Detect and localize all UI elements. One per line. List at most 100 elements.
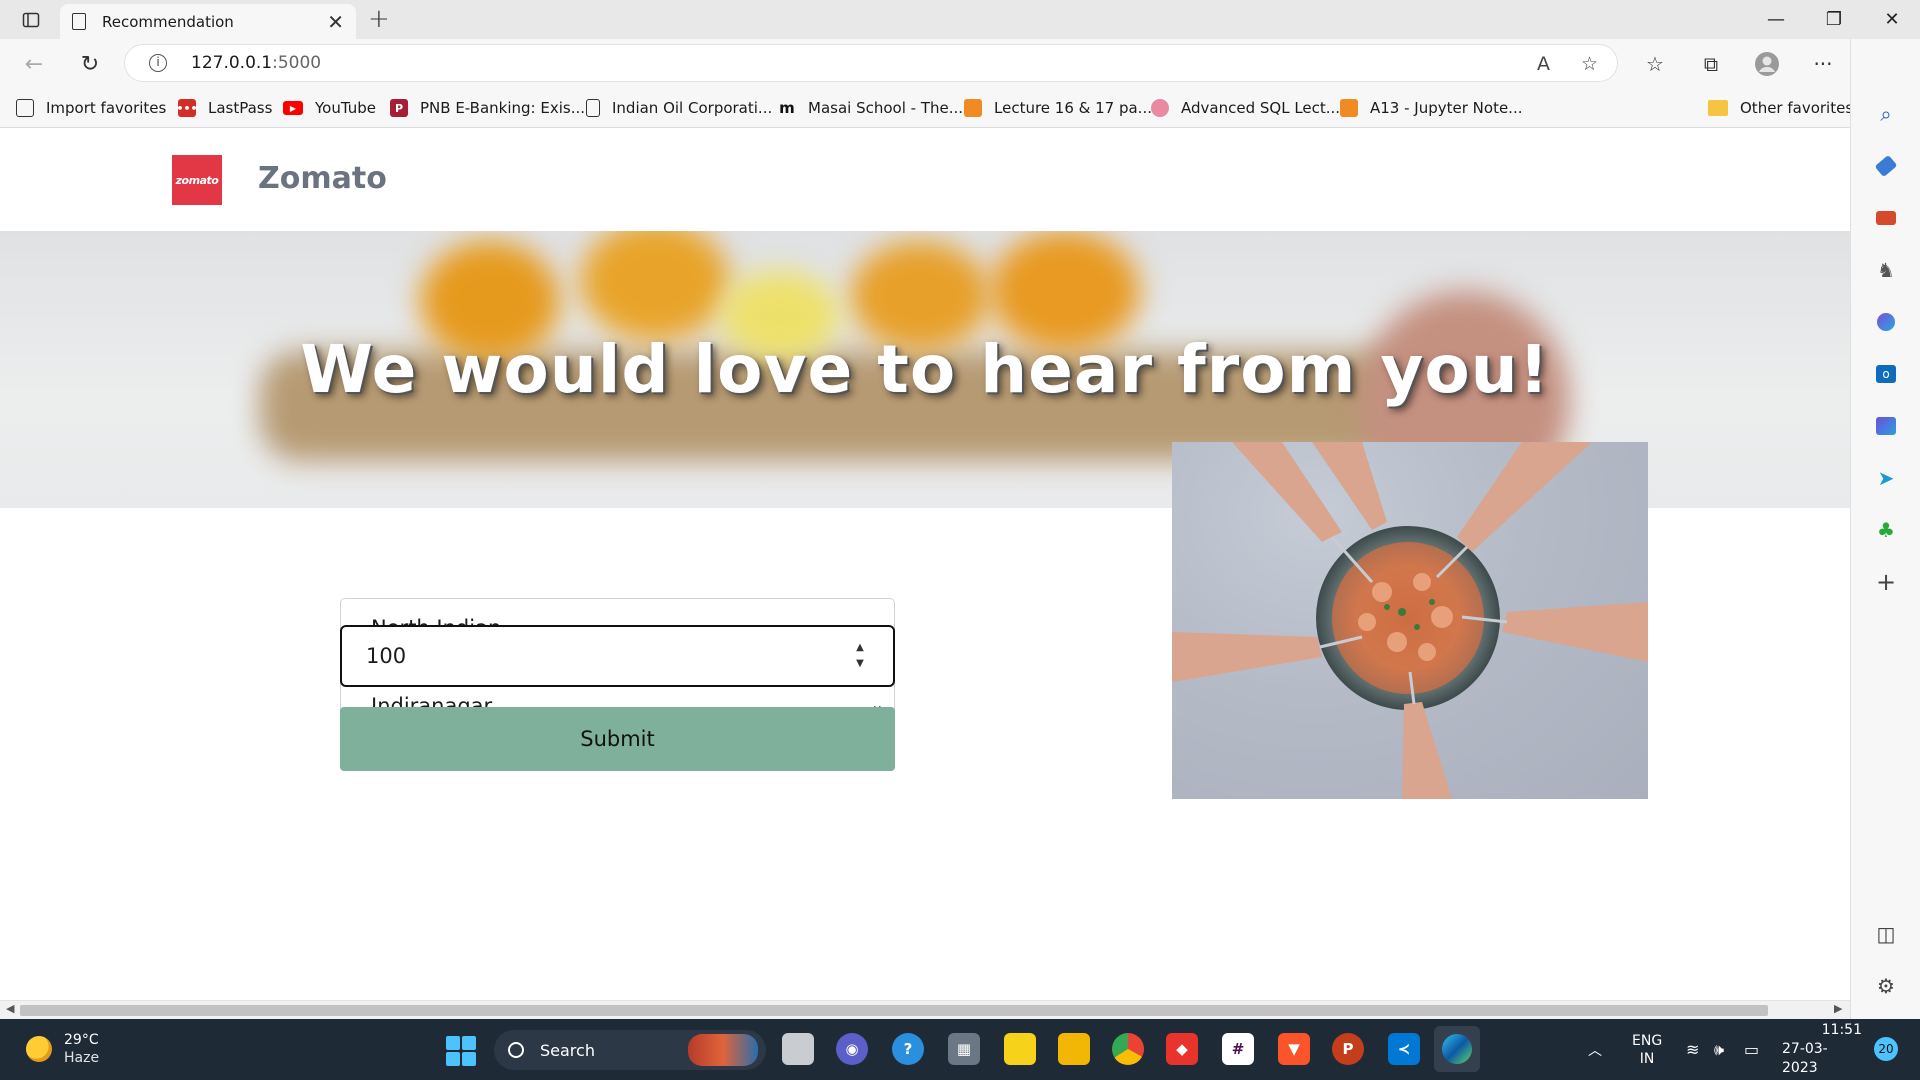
brand-name: Zomato xyxy=(258,161,387,196)
search-icon[interactable]: ⌕ xyxy=(1869,97,1903,131)
page-icon xyxy=(586,99,600,117)
profile-avatar[interactable] xyxy=(1750,48,1784,80)
games-icon[interactable]: ♞ xyxy=(1869,253,1903,287)
outlook-icon[interactable]: o xyxy=(1869,357,1903,391)
favorite-youtube[interactable]: ▶ YouTube xyxy=(283,89,376,127)
add-favorite-icon[interactable]: ☆ xyxy=(1581,53,1598,75)
browser-tab[interactable]: Recommendation ✕ xyxy=(60,4,356,39)
food-plate-illustration xyxy=(1172,442,1648,799)
favorites-icon[interactable]: ☆ xyxy=(1638,48,1672,80)
close-window-button[interactable]: ✕ xyxy=(1864,0,1920,39)
favorite-masai[interactable]: m Masai School - The... xyxy=(778,89,963,127)
tab-actions-icon[interactable] xyxy=(14,6,48,34)
notification-badge[interactable]: 20 xyxy=(1874,1037,1898,1061)
masai-icon: m xyxy=(779,99,795,117)
brain-icon xyxy=(1151,99,1169,117)
task-view-icon[interactable] xyxy=(782,1033,814,1065)
calculator-icon[interactable]: ▦ xyxy=(948,1033,980,1065)
vscode-icon[interactable]: ≺ xyxy=(1388,1033,1420,1065)
other-favorites[interactable]: Other favorites xyxy=(1708,89,1853,127)
url-text: 127.0.0.1:5000 xyxy=(191,53,322,73)
chrome-icon[interactable] xyxy=(1112,1033,1144,1065)
lastpass-icon: ••• xyxy=(176,99,198,117)
designer-icon[interactable] xyxy=(1869,409,1903,443)
refresh-button[interactable]: ↻ xyxy=(72,47,108,81)
send-icon[interactable]: ➤ xyxy=(1869,461,1903,495)
restore-button[interactable]: ❐ xyxy=(1806,0,1862,39)
file-explorer-icon[interactable] xyxy=(1058,1033,1090,1065)
favorite-lastpass[interactable]: ••• LastPass xyxy=(176,89,273,127)
favorite-pnb[interactable]: P PNB E-Banking: Exis... xyxy=(390,89,585,127)
horizontal-scrollbar[interactable]: ◀ ▶ xyxy=(0,1000,1850,1019)
show-hidden-icons[interactable]: ︿ xyxy=(1588,1019,1602,1080)
favorite-label: YouTube xyxy=(315,99,376,117)
edge-taskbar-icon[interactable] xyxy=(1434,1026,1480,1072)
favorite-label: Other favorites xyxy=(1740,99,1854,117)
minimize-button[interactable]: — xyxy=(1748,0,1804,39)
settings-more-icon[interactable]: ··· xyxy=(1806,48,1840,80)
brave-icon[interactable]: ▼ xyxy=(1278,1033,1310,1065)
help-icon[interactable]: ? xyxy=(892,1033,924,1065)
hide-sidebar-icon[interactable]: ◫ xyxy=(1869,917,1903,951)
taskbar-search[interactable]: Search xyxy=(494,1030,766,1070)
favorite-indian-oil[interactable]: Indian Oil Corporati... xyxy=(586,89,772,127)
clock-date: 27-03-2023 xyxy=(1782,1041,1828,1076)
tools-icon[interactable] xyxy=(1869,201,1903,235)
powerpoint-icon[interactable]: P xyxy=(1332,1033,1364,1065)
favorite-import[interactable]: Import favorites xyxy=(16,89,166,127)
close-tab-icon[interactable]: ✕ xyxy=(327,10,344,34)
back-button[interactable]: ← xyxy=(16,47,52,81)
edge-sidebar: ⌕ ♞ o ➤ ♣ + ◫ ⚙ xyxy=(1850,39,1920,1019)
favorite-label: Lecture 16 & 17 pa... xyxy=(994,99,1152,117)
hero-orange-shape xyxy=(580,231,730,341)
add-sidebar-app-icon[interactable]: + xyxy=(1869,565,1903,599)
favorite-label: Advanced SQL Lect... xyxy=(1181,99,1341,117)
address-bar[interactable]: i 127.0.0.1:5000 A ☆ xyxy=(124,44,1618,82)
favorite-label: LastPass xyxy=(208,99,273,117)
shopping-tag-icon[interactable] xyxy=(1869,149,1903,183)
number-spinner[interactable]: ▲ ▼ xyxy=(853,642,867,670)
tree-icon[interactable]: ♣ xyxy=(1869,513,1903,547)
sticky-notes-icon[interactable] xyxy=(1004,1033,1036,1065)
amount-value: 100 xyxy=(366,644,407,668)
scroll-right-icon[interactable]: ▶ xyxy=(1834,1002,1842,1015)
notebook-icon xyxy=(1340,99,1358,117)
region-code: IN xyxy=(1639,1050,1655,1067)
favorite-label: Masai School - The... xyxy=(808,99,964,117)
search-icon xyxy=(508,1042,524,1058)
microsoft-365-icon[interactable] xyxy=(1869,305,1903,339)
start-button[interactable] xyxy=(446,1036,476,1066)
volume-icon[interactable]: 🕪 xyxy=(1714,1019,1724,1080)
browser-titlebar: Recommendation ✕ + — ❐ ✕ xyxy=(0,0,1920,39)
favorite-advanced-sql[interactable]: Advanced SQL Lect... xyxy=(1151,89,1340,127)
favorite-label: Indian Oil Corporati... xyxy=(612,99,773,117)
spin-up-icon[interactable]: ▲ xyxy=(856,642,864,654)
scrollbar-thumb[interactable] xyxy=(20,1005,1768,1016)
battery-icon[interactable]: ▭ xyxy=(1744,1019,1759,1080)
teams-chat-icon[interactable]: ◉ xyxy=(836,1033,868,1065)
temperature: 29°C xyxy=(64,1032,99,1048)
submit-button[interactable]: Submit xyxy=(340,707,895,771)
weather-widget[interactable]: 29°C Haze xyxy=(26,1031,99,1067)
favorite-label: PNB E-Banking: Exis... xyxy=(420,99,586,117)
folder-icon xyxy=(1708,100,1728,116)
read-aloud-icon[interactable]: A xyxy=(1537,53,1550,75)
spin-down-icon[interactable]: ▼ xyxy=(856,658,864,670)
anydesk-icon[interactable]: ◆ xyxy=(1166,1033,1198,1065)
address-row: ← ↻ i 127.0.0.1:5000 A ☆ xyxy=(0,39,1920,89)
weather-condition: Haze xyxy=(64,1050,100,1066)
favorite-lecture[interactable]: Lecture 16 & 17 pa... xyxy=(964,89,1152,127)
wifi-icon[interactable]: ≋ xyxy=(1686,1019,1699,1080)
slack-icon[interactable]: # xyxy=(1222,1033,1254,1065)
sidebar-settings-icon[interactable]: ⚙ xyxy=(1869,969,1903,1003)
new-tab-button[interactable]: + xyxy=(368,4,390,34)
language-indicator[interactable]: ENG IN xyxy=(1632,1019,1662,1080)
weather-sun-icon xyxy=(26,1036,52,1062)
import-icon xyxy=(16,99,34,117)
site-info-icon[interactable]: i xyxy=(149,54,167,72)
scroll-left-icon[interactable]: ◀ xyxy=(6,1002,14,1015)
clock[interactable]: 11:51 27-03-2023 xyxy=(1782,1019,1862,1080)
collections-icon[interactable]: ⧉ xyxy=(1694,48,1728,80)
favorite-a13[interactable]: A13 - Jupyter Note... xyxy=(1340,89,1522,127)
amount-input[interactable]: 100 ▲ ▼ xyxy=(340,625,895,687)
